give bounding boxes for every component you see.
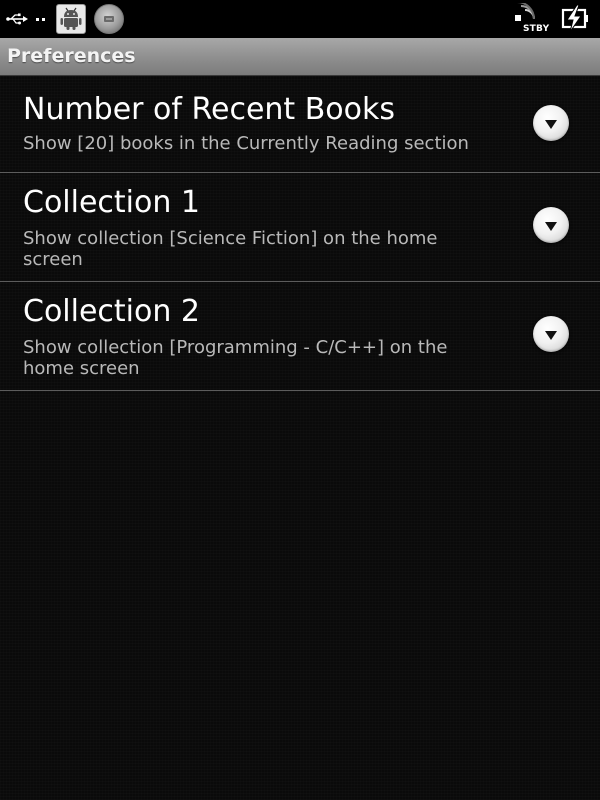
dropdown-arrow-icon[interactable] [533, 105, 569, 141]
pref-summary: Show collection [Science Fiction] on the… [23, 228, 438, 270]
pref-title: Collection 2 [23, 294, 201, 329]
page-title: Preferences [7, 45, 136, 67]
title-bar: Preferences [0, 38, 600, 76]
usb-icon [6, 13, 28, 25]
dropdown-arrow-icon[interactable] [533, 316, 569, 352]
pref-item-collection-1[interactable]: Collection 1 Show collection [Science Fi… [0, 173, 600, 282]
disc-icon[interactable] [94, 4, 124, 34]
pref-title: Number of Recent Books [23, 92, 396, 127]
signal-standby-icon: STBY [514, 3, 550, 35]
pref-summary: Show [20] books in the Currently Reading… [23, 133, 469, 154]
standby-label: STBY [523, 24, 550, 34]
more-dots-icon [36, 18, 45, 21]
status-bar: STBY [0, 0, 600, 38]
dropdown-arrow-icon[interactable] [533, 207, 569, 243]
battery-charging-icon [561, 5, 588, 33]
android-debug-icon[interactable] [56, 4, 86, 34]
status-bar-notifications [6, 3, 124, 35]
pref-item-recent-books[interactable]: Number of Recent Books Show [20] books i… [0, 76, 600, 173]
pref-item-collection-2[interactable]: Collection 2 Show collection [Programmin… [0, 282, 600, 391]
preference-list: Number of Recent Books Show [20] books i… [0, 76, 600, 391]
status-bar-system: STBY [514, 3, 590, 35]
pref-title: Collection 1 [23, 185, 201, 220]
pref-summary: Show collection [Programming - C/C++] on… [23, 337, 448, 379]
